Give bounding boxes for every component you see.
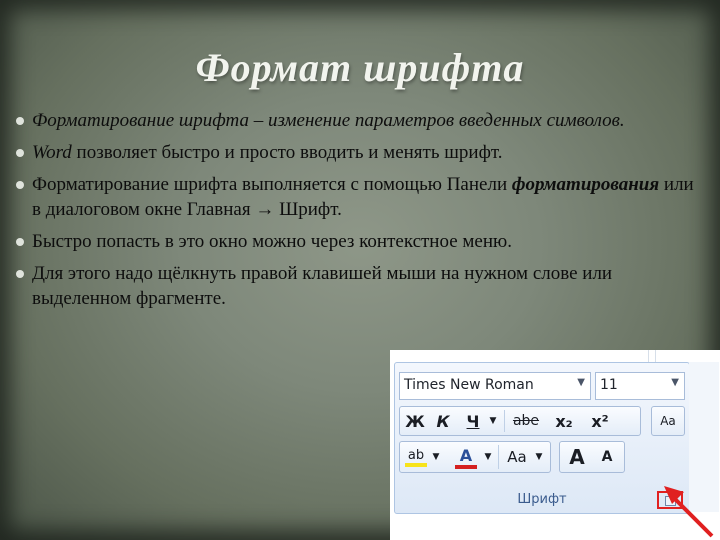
bullet-item: Форматирование шрифта – изменение параме… [14,108,704,133]
bullet-text: Форматирование шрифта – изменение параме… [32,110,625,131]
font-color-swatch [455,464,477,469]
slide: Формат шрифта Форматирование шрифта – из… [0,0,720,540]
separator [498,445,499,469]
bullet-item: Форматирование шрифта выполняется с помо… [14,172,704,222]
change-case-button[interactable]: Aa [502,442,532,472]
font-color-button[interactable]: A [452,442,480,472]
underline-button[interactable]: Ч [460,407,486,435]
chevron-down-icon[interactable]: ▼ [482,442,494,472]
clear-format-group: Aa [651,406,685,436]
font-name-value: Times New Roman [404,377,534,393]
bold-button[interactable]: Ж [402,407,428,435]
bullet-text: Для этого надо щёлкнуть правой клавишей … [32,263,613,309]
bullet-text: Форматирование шрифта выполняется с помо… [32,174,512,195]
color-buttons-group: ab ▼ A ▼ Aa ▼ [399,441,551,473]
superscript-button[interactable]: x² [584,407,616,435]
bullet-text: Быстро попасть в это окно можно через ко… [32,231,512,252]
highlight-button[interactable]: ab [402,442,430,472]
grow-font-button[interactable]: A [562,442,592,472]
font-group-panel: Times New Roman ▼ 11 ▼ Ж К Ч ▼ abe x₂ x²… [394,362,690,514]
bullet-text: позволяет быстро и просто вводить и меня… [71,142,503,163]
bullet-text-bold-italic: форматирования [511,174,660,195]
italic-button[interactable]: К [430,407,456,435]
subscript-button[interactable]: x₂ [548,407,580,435]
ribbon-font-group-screenshot: Times New Roman ▼ 11 ▼ Ж К Ч ▼ abe x₂ x²… [390,350,720,540]
grow-shrink-group: A A [559,441,625,473]
font-color-label: A [459,445,473,465]
chevron-down-icon[interactable]: ▼ [486,407,500,435]
clear-formatting-button[interactable]: Aa [652,407,684,435]
font-size-combobox[interactable]: 11 ▼ [595,372,685,400]
slide-title: Формат шрифта [195,45,525,90]
format-buttons-group: Ж К Ч ▼ abe x₂ x² [399,406,641,436]
chevron-down-icon[interactable]: ▼ [532,442,546,472]
pointer-arrow-icon [664,486,714,538]
shrink-font-button[interactable]: A [592,442,622,472]
chevron-down-icon[interactable]: ▼ [577,377,585,388]
separator [504,410,505,432]
highlight-label: ab [407,447,425,463]
strikethrough-button[interactable]: abe [508,407,544,435]
font-size-value: 11 [600,377,618,393]
bullet-item: Для этого надо щёлкнуть правой клавишей … [14,261,704,311]
bullet-item: Быстро попасть в это окно можно через ко… [14,229,704,254]
bullet-text-italic: Word [32,142,72,163]
highlight-color-swatch [405,462,427,467]
bullet-item: Word позволяет быстро и просто вводить и… [14,140,704,165]
chevron-down-icon[interactable]: ▼ [671,377,679,388]
font-name-combobox[interactable]: Times New Roman ▼ [399,372,591,400]
bullet-list: Форматирование шрифта – изменение параме… [14,108,704,318]
chevron-down-icon[interactable]: ▼ [430,442,442,472]
font-group-label: Шрифт [517,492,567,507]
